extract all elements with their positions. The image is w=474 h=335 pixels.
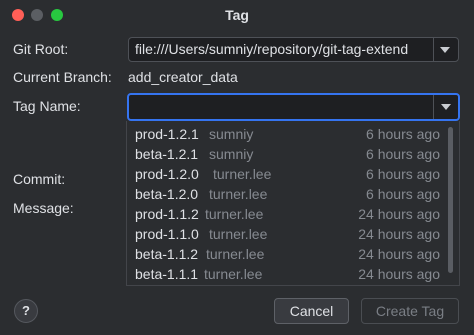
tag-name: prod-1.1.0 <box>135 226 199 242</box>
tag-time: 24 hours ago <box>358 246 440 262</box>
tag-time: 6 hours ago <box>366 126 440 142</box>
combo-divider <box>433 95 434 119</box>
tag-time: 6 hours ago <box>366 166 440 182</box>
tag-author: turner.lee <box>213 166 272 182</box>
tag-author: sumniy <box>209 126 254 142</box>
chevron-down-icon[interactable] <box>441 104 451 110</box>
tag-author: turner.lee <box>204 266 263 282</box>
tag-name: prod-1.2.0 <box>135 166 199 182</box>
tag-name: beta-1.2.0 <box>135 186 199 202</box>
help-icon[interactable]: ? <box>14 299 38 323</box>
tag-list-item[interactable]: prod-1.2.0 turner.lee 6 hours ago <box>127 164 459 184</box>
tag-name: beta-1.1.1 <box>135 266 199 282</box>
tag-time: 6 hours ago <box>366 186 440 202</box>
current-branch-label: Current Branch: <box>13 69 112 85</box>
tag-dialog: Tag Git Root: file:///Users/sumniy/repos… <box>0 0 474 335</box>
tag-author: turner.lee <box>205 206 264 222</box>
tag-suggestion-popup: prod-1.2.1 sumniy 6 hours ago beta-1.2.1… <box>126 121 460 286</box>
commit-label: Commit: <box>13 171 66 187</box>
tag-list-item[interactable]: prod-1.1.0 turner.lee 24 hours ago <box>127 224 459 244</box>
create-tag-button[interactable]: Create Tag <box>361 298 459 324</box>
git-root-combo[interactable]: file:///Users/sumniy/repository/git-tag-… <box>128 37 459 62</box>
cancel-button[interactable]: Cancel <box>274 298 349 324</box>
tag-name: beta-1.1.2 <box>135 246 199 262</box>
tag-name: beta-1.2.1 <box>135 146 199 162</box>
tag-list-item[interactable]: beta-1.2.0 turner.lee 6 hours ago <box>127 184 459 204</box>
popup-scrollbar[interactable] <box>448 127 453 273</box>
tag-list-item[interactable]: beta-1.1.2 turner.lee 24 hours ago <box>127 244 459 264</box>
tag-author: turner.lee <box>209 186 268 202</box>
git-root-label: Git Root: <box>13 41 69 57</box>
tag-name-combo[interactable] <box>127 93 460 121</box>
tag-time: 6 hours ago <box>366 146 440 162</box>
tag-list-item[interactable]: prod-1.2.1 sumniy 6 hours ago <box>127 124 459 144</box>
tag-name-input[interactable] <box>133 97 429 117</box>
tag-author: turner.lee <box>209 226 268 242</box>
tag-list-item[interactable]: beta-1.1.1 turner.lee 24 hours ago <box>127 264 459 284</box>
tag-time: 24 hours ago <box>358 226 440 242</box>
tag-time: 24 hours ago <box>358 206 440 222</box>
tag-list-item[interactable]: beta-1.2.1 sumniy 6 hours ago <box>127 144 459 164</box>
message-label: Message: <box>13 200 74 216</box>
combo-divider <box>433 38 434 61</box>
current-branch-value: add_creator_data <box>128 69 238 85</box>
tag-list-item[interactable]: prod-1.1.2 turner.lee 24 hours ago <box>127 204 459 224</box>
tag-author: sumniy <box>209 146 254 162</box>
window-title: Tag <box>225 7 249 23</box>
tag-name: prod-1.2.1 <box>135 126 199 142</box>
git-root-value: file:///Users/sumniy/repository/git-tag-… <box>135 41 409 57</box>
tag-author: turner.lee <box>206 246 265 262</box>
tag-name: prod-1.1.2 <box>135 206 199 222</box>
title-bar: Tag <box>0 0 474 30</box>
tag-time: 24 hours ago <box>358 266 440 282</box>
chevron-down-icon[interactable] <box>440 47 450 53</box>
tag-name-label: Tag Name: <box>13 98 81 114</box>
